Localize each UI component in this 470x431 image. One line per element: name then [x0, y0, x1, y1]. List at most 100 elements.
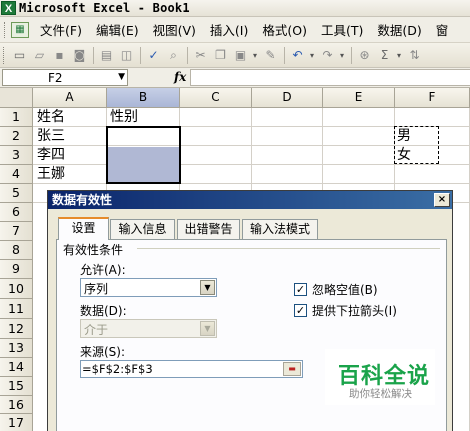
menu-view[interactable]: 视图(V) [146, 20, 203, 39]
source-input-value: =$F$2:$F$3 [82, 362, 153, 376]
watermark-subtitle: 助你轻松解决 [349, 388, 412, 400]
formula-input[interactable] [190, 69, 470, 86]
row-header[interactable]: 17 [0, 414, 33, 431]
toolbar-separator [140, 46, 141, 64]
in-cell-dropdown-label[interactable]: 提供下拉箭头(I) [312, 302, 397, 319]
dialog-title[interactable]: 数据有效性 [48, 191, 452, 209]
menu-grip[interactable] [4, 21, 7, 38]
toolbar-grip[interactable] [3, 46, 6, 64]
allow-select[interactable]: 序列 ▼ [80, 278, 217, 297]
column-header-d[interactable]: D [252, 88, 323, 108]
tab-settings[interactable]: 设置 [58, 217, 109, 240]
selection-border[interactable] [106, 126, 181, 184]
copy-icon[interactable]: ❐ [211, 46, 230, 64]
ignore-blank-checkbox[interactable]: ✓ [294, 283, 307, 296]
column-header-c[interactable]: C [180, 88, 252, 108]
in-cell-dropdown-checkbox[interactable]: ✓ [294, 304, 307, 317]
column-header-f[interactable]: F [395, 88, 470, 108]
spelling-icon[interactable]: ✓ [144, 46, 163, 64]
row-header[interactable]: 6 [0, 203, 33, 222]
menu-tools[interactable]: 工具(T) [314, 20, 370, 39]
hyperlink-icon[interactable]: ⊛ [355, 46, 374, 64]
column-header-b[interactable]: B [107, 88, 180, 108]
undo-icon[interactable]: ↶ [288, 46, 307, 64]
column-header-e[interactable]: E [323, 88, 395, 108]
menu-insert[interactable]: 插入(I) [203, 20, 255, 39]
excel-doc-icon[interactable]: ▦ [11, 21, 29, 38]
open-icon[interactable]: ▱ [30, 46, 49, 64]
data-select: 介于 ▼ [80, 319, 217, 338]
grid-line [33, 183, 470, 184]
cell-f2[interactable]: 男 [397, 127, 411, 145]
title-bar: X Microsoft Excel - Book1 [0, 0, 470, 17]
save-icon[interactable]: ▪ [50, 46, 69, 64]
name-box[interactable]: F2 ▼ [2, 69, 128, 86]
row-header[interactable]: 1 [0, 108, 33, 127]
standard-toolbar: ▭ ▱ ▪ ◙ ▤ ◫ ✓ ⌕ ✂ ❐ ▣ ▾ ✎ ↶ ▾ ↷ ▾ ⊛ Σ ▾ … [0, 43, 470, 68]
cell-a1[interactable]: 姓名 [37, 108, 65, 126]
print-icon[interactable]: ▤ [97, 46, 116, 64]
select-all-corner[interactable] [0, 88, 33, 108]
research-icon[interactable]: ⌕ [164, 46, 183, 64]
name-box-dropdown-icon[interactable]: ▼ [118, 70, 125, 85]
row-header[interactable]: 15 [0, 377, 33, 396]
undo-dropdown-icon[interactable]: ▾ [308, 51, 316, 60]
data-label: 数据(D): [80, 304, 127, 318]
format-painter-icon[interactable]: ✎ [261, 46, 280, 64]
close-icon[interactable]: × [434, 193, 450, 207]
autosum-dropdown-icon[interactable]: ▾ [395, 51, 403, 60]
cell-a3[interactable]: 李四 [37, 146, 65, 164]
row-header[interactable]: 13 [0, 339, 33, 358]
menu-edit[interactable]: 编辑(E) [89, 20, 146, 39]
validation-criteria-group-label: 有效性条件 [63, 243, 124, 257]
allow-select-value: 序列 [84, 282, 109, 296]
menu-file[interactable]: 文件(F) [33, 20, 89, 39]
chevron-down-icon: ▼ [200, 321, 215, 336]
row-header[interactable]: 5 [0, 184, 33, 203]
paste-icon[interactable]: ▣ [231, 46, 250, 64]
row-header[interactable]: 12 [0, 319, 33, 339]
row-header[interactable]: 10 [0, 279, 33, 299]
excel-app-icon[interactable]: X [1, 1, 16, 15]
menu-data[interactable]: 数据(D) [370, 20, 428, 39]
cell-b1[interactable]: 性别 [110, 108, 138, 126]
ignore-blank-label[interactable]: 忽略空值(B) [312, 281, 378, 298]
tab-input-message[interactable]: 输入信息 [110, 219, 175, 239]
row-header[interactable]: 16 [0, 396, 33, 414]
row-header[interactable]: 3 [0, 146, 33, 165]
insert-function-icon[interactable]: fx [174, 70, 186, 84]
permission-icon[interactable]: ◙ [70, 46, 89, 64]
cell-a4[interactable]: 王娜 [37, 165, 65, 183]
redo-dropdown-icon[interactable]: ▾ [338, 51, 346, 60]
row-header[interactable]: 14 [0, 358, 33, 377]
row-header[interactable]: 8 [0, 241, 33, 260]
tab-ime-mode[interactable]: 输入法模式 [242, 219, 318, 239]
cell-a2[interactable]: 张三 [37, 127, 65, 145]
paste-dropdown-icon[interactable]: ▾ [251, 51, 259, 60]
menu-window[interactable]: 窗 [429, 20, 456, 39]
row-header[interactable]: 7 [0, 222, 33, 241]
allow-label: 允许(A): [80, 263, 126, 277]
sort-ascending-icon[interactable]: ⇅ [405, 46, 424, 64]
collapse-dialog-icon[interactable]: ▬ [283, 362, 301, 376]
cut-icon[interactable]: ✂ [191, 46, 210, 64]
toolbar-separator [187, 46, 188, 64]
grid-line [33, 164, 470, 165]
formula-bar: F2 ▼ fx [0, 68, 470, 88]
row-header[interactable]: 9 [0, 260, 33, 279]
name-box-value: F2 [48, 71, 63, 85]
source-input[interactable]: =$F$2:$F$3 ▬ [80, 360, 303, 378]
row-header[interactable]: 2 [0, 127, 33, 146]
redo-icon[interactable]: ↷ [318, 46, 337, 64]
row-header[interactable]: 11 [0, 299, 33, 319]
new-icon[interactable]: ▭ [10, 46, 29, 64]
chevron-down-icon[interactable]: ▼ [200, 280, 215, 295]
tab-error-alert[interactable]: 出错警告 [177, 219, 240, 239]
print-preview-icon[interactable]: ◫ [117, 46, 136, 64]
menu-format[interactable]: 格式(O) [255, 20, 314, 39]
cell-f3[interactable]: 女 [397, 146, 411, 164]
column-header-a[interactable]: A [33, 88, 107, 108]
row-header[interactable]: 4 [0, 165, 33, 184]
watermark-logo: 百科全说 助你轻松解决 [325, 349, 435, 405]
autosum-icon[interactable]: Σ [375, 46, 394, 64]
